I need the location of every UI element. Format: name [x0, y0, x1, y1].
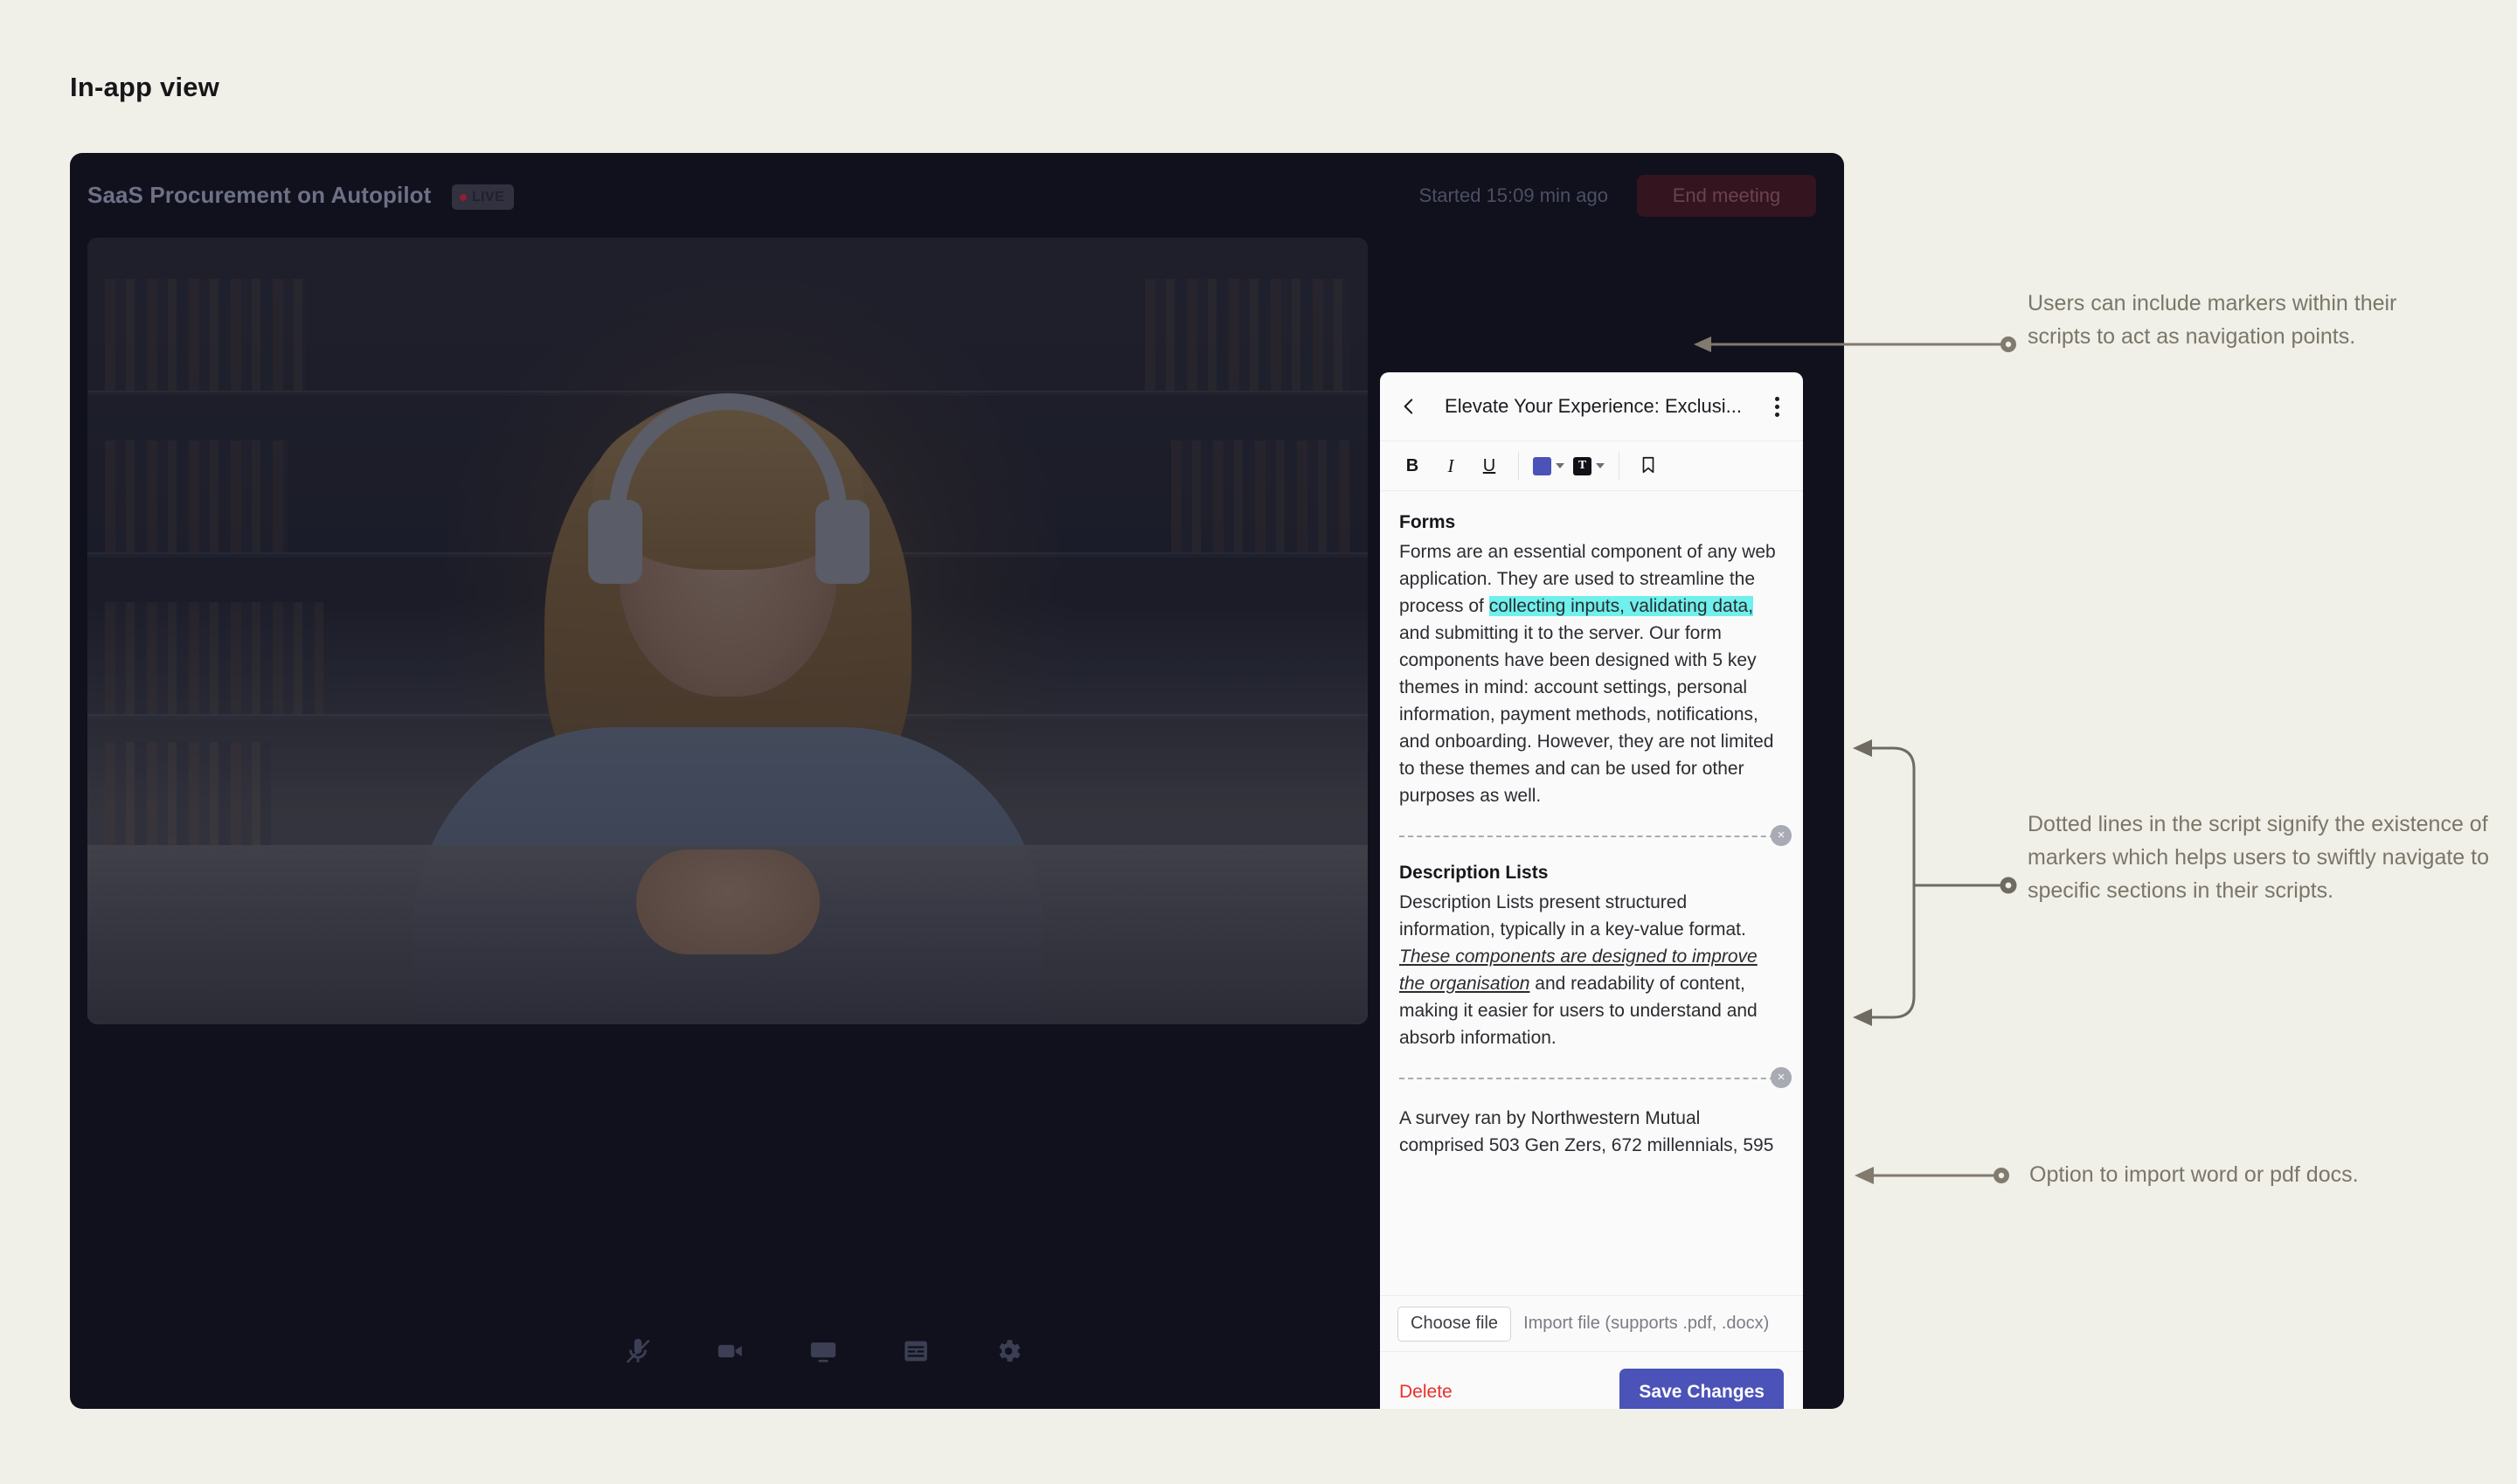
underline-button[interactable]: U — [1471, 448, 1508, 483]
settings-button[interactable] — [982, 1325, 1035, 1377]
script-section: Forms Forms are an essential component o… — [1399, 512, 1784, 809]
live-dot-icon — [460, 193, 467, 201]
marker-remove-button[interactable]: × — [1771, 1067, 1792, 1088]
script-panel-header: Elevate Your Experience: Exclusi... — [1380, 372, 1803, 440]
connector-line-3 — [1855, 1167, 2009, 1184]
marker-dashed-line — [1399, 1078, 1784, 1079]
script-section: Description Lists Description Lists pres… — [1399, 863, 1784, 1051]
formatting-toolbar: B I U T — [1380, 440, 1803, 491]
marker-dashed-line — [1399, 836, 1784, 837]
end-meeting-button[interactable]: End meeting — [1637, 175, 1816, 217]
meeting-controls-left — [612, 1325, 1035, 1377]
camera-icon — [716, 1336, 745, 1366]
meeting-title: SaaS Procurement on Autopilot — [87, 182, 432, 208]
toolbar-divider — [1518, 452, 1519, 480]
script-content[interactable]: Forms Forms are an essential component o… — [1380, 491, 1803, 1295]
chevron-left-icon[interactable] — [1397, 395, 1420, 418]
settings-gear-icon — [994, 1336, 1023, 1366]
bold-button[interactable]: B — [1394, 448, 1431, 483]
chevron-down-icon — [1556, 463, 1564, 468]
annotation-import: Option to import word or pdf docs. — [2029, 1162, 2359, 1187]
connector-dot-inner — [2005, 882, 2012, 889]
section-paragraph: Forms are an essential component of any … — [1399, 538, 1784, 809]
captions-icon — [901, 1336, 931, 1366]
script-title: Elevate Your Experience: Exclusi... — [1445, 395, 1742, 417]
app-window: SaaS Procurement on Autopilot LIVE Start… — [70, 153, 1844, 1409]
screen-share-icon — [808, 1336, 838, 1366]
live-label: LIVE — [472, 189, 505, 205]
text-color-button[interactable]: T — [1570, 456, 1608, 475]
kebab-menu-icon[interactable] — [1766, 395, 1787, 418]
save-changes-button[interactable]: Save Changes — [1619, 1368, 1784, 1409]
script-panel-footer: Delete Save Changes — [1380, 1351, 1803, 1409]
paragraph-text-before: Description Lists present structured inf… — [1399, 892, 1746, 940]
italic-button[interactable]: I — [1432, 448, 1469, 483]
status-badge-live: LIVE — [452, 184, 515, 210]
paragraph-text-after: and submitting it to the server. Our for… — [1399, 623, 1774, 806]
choose-file-button[interactable]: Choose file — [1397, 1306, 1512, 1342]
import-file-hint: Import file (supports .pdf, .docx) — [1523, 1314, 1770, 1333]
highlight-color-button[interactable] — [1529, 456, 1568, 475]
section-paragraph: Description Lists present structured inf… — [1399, 889, 1784, 1051]
marker-remove-button[interactable]: × — [1771, 825, 1792, 846]
section-heading: Forms — [1399, 512, 1456, 532]
page-title: In-app view — [70, 72, 220, 102]
script-editor-panel: Elevate Your Experience: Exclusi... B I … — [1380, 372, 1803, 1409]
screen-share-button[interactable] — [797, 1325, 849, 1377]
color-swatch-icon — [1533, 456, 1551, 475]
delete-button[interactable]: Delete — [1399, 1382, 1453, 1403]
section-heading: Description Lists — [1399, 863, 1549, 883]
camera-button[interactable] — [704, 1325, 757, 1377]
microphone-muted-button[interactable] — [612, 1325, 664, 1377]
arrow-head — [1853, 1009, 1872, 1026]
highlighted-text: collecting inputs, validating data, — [1488, 596, 1754, 616]
arrow-head — [1853, 739, 1872, 757]
annotation-dotted-lines: Dotted lines in the script signify the e… — [2028, 812, 2489, 903]
meeting-elapsed-time: Started 15:09 min ago — [1418, 184, 1608, 206]
trailing-paragraph: A survey ran by Northwestern Mutual comp… — [1399, 1108, 1774, 1155]
microphone-muted-icon — [623, 1336, 653, 1366]
chevron-down-icon — [1596, 463, 1605, 468]
video-tile-speaker[interactable] — [87, 238, 1368, 1024]
bookmark-marker-button[interactable] — [1630, 448, 1667, 483]
file-import-row: Choose file Import file (supports .pdf, … — [1380, 1295, 1803, 1351]
meeting-header: SaaS Procurement on Autopilot LIVE Start… — [70, 153, 1844, 238]
bookmark-icon — [1639, 454, 1658, 478]
annotation-markers: Users can include markers within their s… — [2028, 291, 2397, 349]
video-dim-overlay — [87, 238, 1368, 1024]
connector-bracket-2 — [1869, 746, 2008, 1019]
connector-dot — [2000, 877, 2017, 894]
captions-button[interactable] — [890, 1325, 942, 1377]
text-color-swatch-icon: T — [1573, 456, 1591, 475]
